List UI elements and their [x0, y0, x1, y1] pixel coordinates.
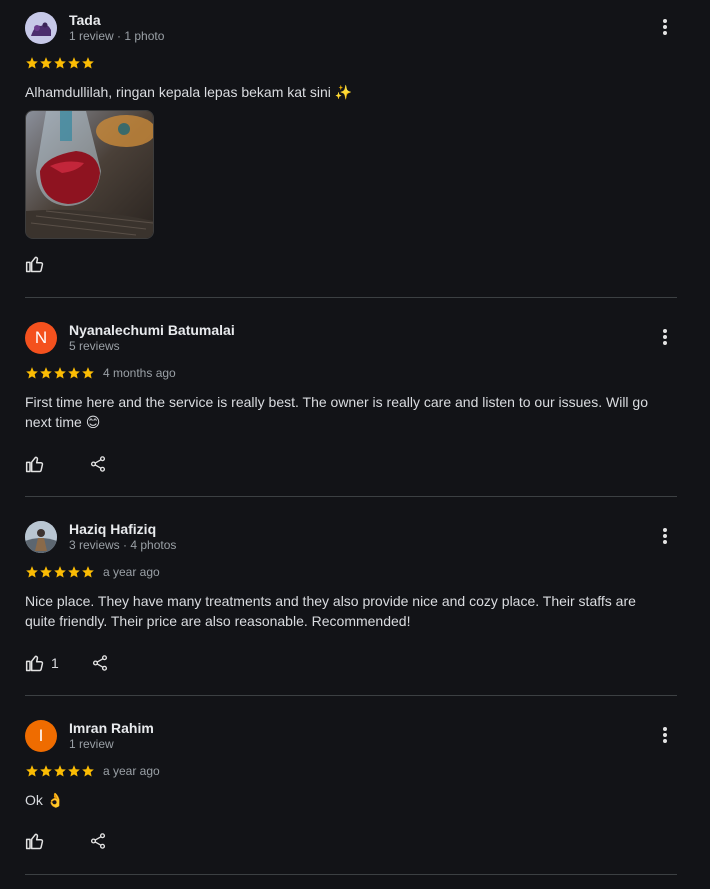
star-icon [68, 367, 80, 379]
like-button[interactable] [25, 831, 45, 851]
thumbs-up-icon [25, 456, 44, 473]
share-icon [90, 833, 106, 849]
like-button[interactable] [25, 254, 45, 274]
divider [25, 874, 677, 875]
reviewer-name[interactable]: Tada [69, 12, 101, 28]
star-icon [54, 765, 66, 777]
avatar-letter: N [34, 328, 48, 347]
review-text: Nice place. They have many treatments an… [25, 593, 636, 629]
star-icon [82, 765, 94, 777]
more-vert-icon [663, 528, 667, 532]
more-options-button[interactable] [661, 19, 669, 37]
more-options-button[interactable] [661, 528, 669, 546]
avatar[interactable]: N [25, 322, 57, 354]
divider [25, 695, 677, 696]
review-text: First time here and the service is reall… [25, 394, 648, 430]
review-time: 4 months ago [103, 366, 176, 380]
review-actions: 1 [25, 652, 109, 674]
star-icon [26, 57, 38, 69]
star-icon [68, 765, 80, 777]
avatar-photo-icon [25, 521, 57, 553]
review-actions [25, 830, 107, 852]
star-icon [40, 57, 52, 69]
share-button[interactable] [91, 654, 109, 672]
reviewer-name[interactable]: Haziq Hafiziq [69, 521, 156, 537]
review-text: Alhamdullilah, ringan kepala lepas bekam… [25, 84, 353, 100]
star-icon [68, 566, 80, 578]
thumbs-up-icon [25, 833, 44, 850]
star-rating: 4 months ago [25, 366, 176, 380]
star-icon [40, 566, 52, 578]
star-icon [26, 765, 38, 777]
star-icon [68, 57, 80, 69]
star-icon [54, 566, 66, 578]
review-actions [25, 253, 45, 275]
star-rating [25, 56, 95, 70]
avatar-photo-icon [25, 12, 57, 44]
star-rating: a year ago [25, 565, 160, 579]
review-actions [25, 453, 107, 475]
star-icon [82, 57, 94, 69]
more-vert-icon [663, 329, 667, 333]
avatar[interactable]: I [25, 720, 57, 752]
divider [25, 496, 677, 497]
like-button[interactable]: 1 [25, 653, 59, 673]
star-icon [54, 57, 66, 69]
share-button[interactable] [89, 455, 107, 473]
reviewer-meta: 5 reviews [69, 339, 120, 353]
share-icon [92, 655, 107, 671]
star-icon [26, 367, 38, 379]
reviewer-name[interactable]: Nyanalechumi Batumalai [69, 322, 235, 338]
star-icon [82, 367, 94, 379]
avatar-letter: I [38, 726, 44, 745]
reviewer-name[interactable]: Imran Rahim [69, 720, 154, 736]
avatar[interactable] [25, 521, 57, 553]
reviewer-meta: 1 review · 1 photo [69, 29, 165, 43]
reviewer-meta: 1 review [69, 737, 114, 751]
review-time: a year ago [103, 764, 160, 778]
star-icon [82, 566, 94, 578]
star-rating: a year ago [25, 764, 160, 778]
star-icon [40, 367, 52, 379]
like-count: 1 [51, 655, 59, 671]
star-icon [26, 566, 38, 578]
review-text: Ok 👌 [25, 792, 65, 808]
review-time: a year ago [103, 565, 160, 579]
more-options-button[interactable] [661, 329, 669, 347]
more-vert-icon [663, 19, 667, 23]
cupping-photo-icon [26, 111, 153, 238]
share-button[interactable] [89, 832, 107, 850]
thumbs-up-icon [25, 256, 44, 273]
thumbs-up-icon [25, 655, 44, 672]
like-button[interactable] [25, 454, 45, 474]
star-icon [54, 367, 66, 379]
divider [25, 297, 677, 298]
more-options-button[interactable] [661, 727, 669, 745]
avatar[interactable] [25, 12, 57, 44]
more-vert-icon [663, 727, 667, 731]
star-icon [40, 765, 52, 777]
reviewer-meta: 3 reviews · 4 photos [69, 538, 177, 552]
review-photo[interactable] [25, 110, 154, 239]
share-icon [90, 456, 106, 472]
